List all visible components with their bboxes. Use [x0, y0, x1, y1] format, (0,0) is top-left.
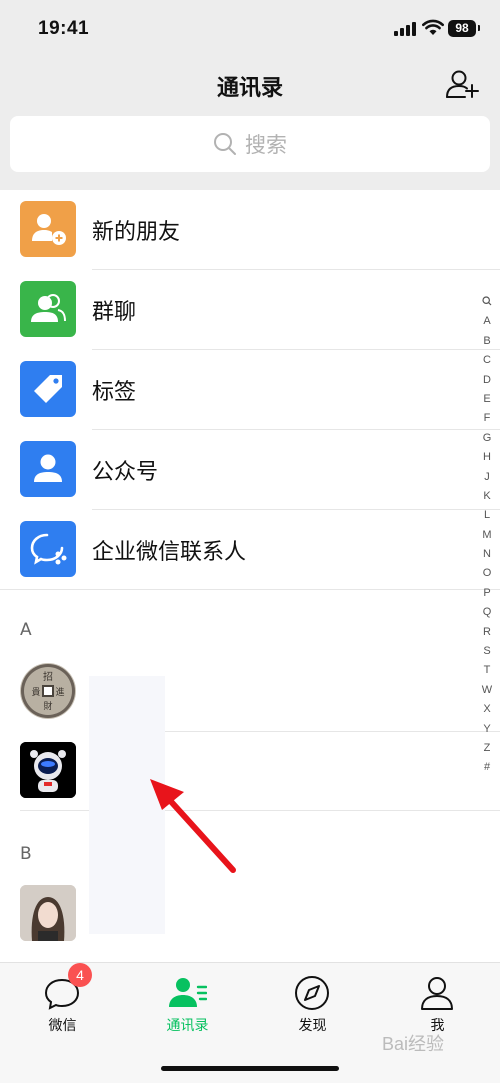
home-indicator [161, 1066, 339, 1071]
search-icon [214, 133, 236, 155]
index-search-icon[interactable] [476, 296, 498, 315]
section-letter: B [20, 844, 32, 864]
tag-icon [20, 361, 76, 417]
tags-label: 标签 [92, 380, 137, 405]
wecom-contacts-label: 企业微信联系人 [92, 540, 247, 565]
tab-label: 发现 [298, 1018, 327, 1034]
add-contact-icon[interactable] [444, 66, 480, 102]
index-letter[interactable]: T [476, 664, 498, 683]
nav-bar: 通讯录 搜索 [0, 58, 500, 190]
section-letter: A [20, 620, 32, 640]
index-letter[interactable]: C [476, 354, 498, 373]
battery-tip [478, 25, 480, 31]
index-letter[interactable]: N [476, 548, 498, 567]
index-letter[interactable]: A [476, 315, 498, 334]
person-icon [421, 977, 453, 1010]
avatar [20, 742, 76, 798]
avatar: 招 貴 進 財 [20, 663, 76, 719]
signal-icon [394, 22, 418, 36]
tags-row[interactable]: 标签 [0, 350, 500, 430]
search-bar[interactable]: 搜索 [10, 116, 490, 172]
search-placeholder: 搜索 [245, 133, 287, 157]
tab-discover[interactable]: 发现 [250, 963, 375, 1043]
section-header-b: B [0, 834, 500, 878]
index-letter[interactable]: J [476, 471, 498, 490]
wifi-icon [422, 19, 444, 35]
index-letter[interactable]: E [476, 393, 498, 412]
battery-icon: 98 [448, 20, 476, 37]
index-letter[interactable]: X [476, 703, 498, 722]
tab-bar: 4 微信 通讯录 发现 我 [0, 962, 500, 1083]
status-time: 19:41 [38, 18, 90, 39]
page-title: 通讯录 [216, 76, 283, 101]
svg-text:貴: 貴 [31, 686, 40, 698]
contact-row[interactable] [0, 731, 500, 811]
index-letter[interactable]: Z [476, 742, 498, 761]
tab-label: 微信 [48, 1018, 77, 1034]
official-account-icon [20, 441, 76, 497]
index-letter[interactable]: W [476, 684, 498, 703]
compass-icon [295, 976, 329, 1010]
tab-label: 通讯录 [166, 1018, 209, 1034]
group-icon [20, 281, 76, 337]
new-friends-label: 新的朋友 [92, 220, 181, 245]
svg-text:招: 招 [43, 670, 53, 683]
index-letter[interactable]: F [476, 412, 498, 431]
index-letter[interactable]: M [476, 529, 498, 548]
tab-contacts[interactable]: 通讯录 [125, 963, 250, 1043]
index-letter[interactable]: S [476, 645, 498, 664]
group-chats-label: 群聊 [92, 300, 137, 325]
index-letter[interactable]: G [476, 432, 498, 451]
new-friends-row[interactable]: 新的朋友 [0, 190, 500, 270]
index-letter[interactable]: O [476, 567, 498, 586]
index-letter[interactable]: B [476, 335, 498, 354]
svg-text:進: 進 [55, 686, 64, 698]
svg-text:財: 財 [43, 700, 52, 712]
contacts-icon [169, 978, 207, 1007]
unread-badge: 4 [68, 963, 92, 987]
index-letter[interactable]: D [476, 374, 498, 393]
wecom-icon [20, 521, 76, 577]
index-letter[interactable]: L [476, 509, 498, 528]
masked-contact-names [89, 676, 165, 934]
contact-row[interactable]: 招 貴 進 財 [0, 652, 500, 732]
section-header-a: A [0, 610, 500, 654]
contact-row[interactable] [0, 874, 500, 954]
tab-chats[interactable]: 4 微信 [0, 963, 125, 1043]
index-letter[interactable]: P [476, 587, 498, 606]
avatar [20, 885, 76, 941]
add-friend-icon [20, 201, 76, 257]
alphabet-index[interactable]: A B C D E F G H J K L M N O P Q R S T W … [476, 296, 498, 781]
watermark: Bai经验 [382, 1034, 445, 1054]
status-bar: 19:41 98 [0, 0, 500, 58]
group-chats-row[interactable]: 群聊 [0, 270, 500, 350]
index-letter[interactable]: Q [476, 606, 498, 625]
wecom-contacts-row[interactable]: 企业微信联系人 [0, 510, 500, 590]
official-accounts-row[interactable]: 公众号 [0, 430, 500, 510]
index-letter[interactable]: Y [476, 723, 498, 742]
index-letter[interactable]: # [476, 761, 498, 780]
index-letter[interactable]: R [476, 626, 498, 645]
official-accounts-label: 公众号 [92, 460, 159, 485]
index-letter[interactable]: K [476, 490, 498, 509]
index-letter[interactable]: H [476, 451, 498, 470]
